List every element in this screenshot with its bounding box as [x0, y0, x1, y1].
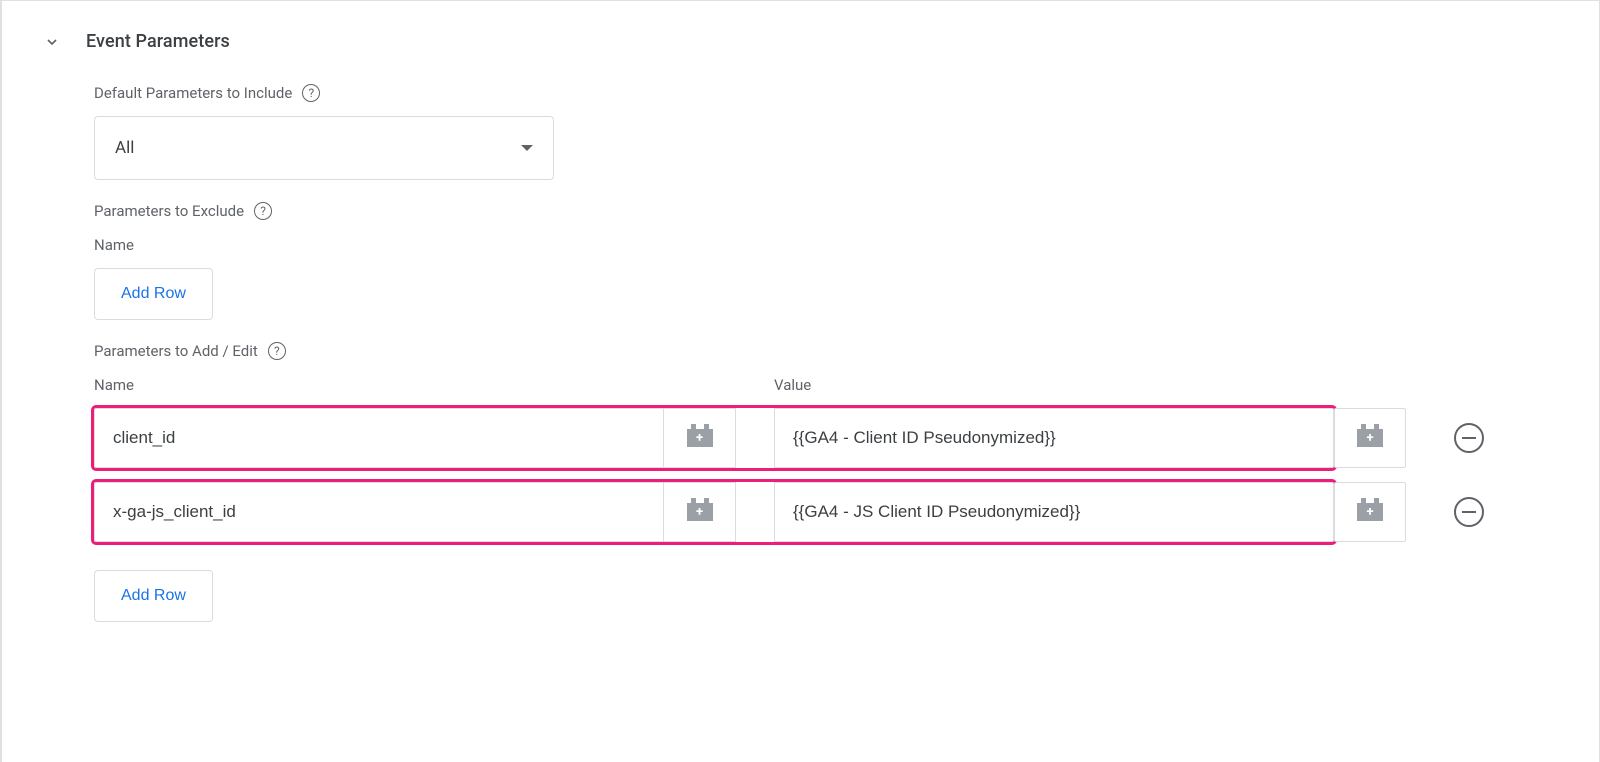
block-plus-icon [1357, 429, 1383, 447]
variable-picker-button[interactable] [664, 408, 736, 468]
param-value-input[interactable] [774, 482, 1334, 542]
variable-picker-button[interactable] [664, 482, 736, 542]
param-value-input[interactable] [774, 408, 1334, 468]
chevron-down-icon [521, 145, 533, 151]
variable-picker-button[interactable] [1334, 482, 1406, 542]
remove-row-button[interactable] [1454, 423, 1484, 453]
param-name-input[interactable] [94, 408, 664, 468]
help-icon[interactable]: ? [302, 84, 320, 102]
name-column-label: Name [94, 236, 1559, 254]
remove-row-button[interactable] [1454, 497, 1484, 527]
param-name-input[interactable] [94, 482, 664, 542]
variable-picker-button[interactable] [1334, 408, 1406, 468]
add-row-exclude-button[interactable]: Add Row [94, 268, 213, 320]
add-row-addedit-button[interactable]: Add Row [94, 570, 213, 622]
param-row [94, 408, 1559, 468]
block-plus-icon [687, 503, 713, 521]
block-plus-icon [1357, 503, 1383, 521]
section-title: Event Parameters [86, 31, 230, 52]
collapse-toggle[interactable] [42, 32, 62, 52]
help-icon[interactable]: ? [254, 202, 272, 220]
value-header: Value [774, 376, 1559, 394]
block-plus-icon [687, 429, 713, 447]
exclude-params-label: Parameters to Exclude ? [94, 202, 1559, 220]
param-row [94, 482, 1559, 542]
name-header: Name [94, 376, 774, 394]
default-params-select[interactable]: All [94, 116, 554, 180]
help-icon[interactable]: ? [268, 342, 286, 360]
default-params-label: Default Parameters to Include ? [94, 84, 1559, 102]
add-edit-params-label: Parameters to Add / Edit ? [94, 342, 1559, 360]
